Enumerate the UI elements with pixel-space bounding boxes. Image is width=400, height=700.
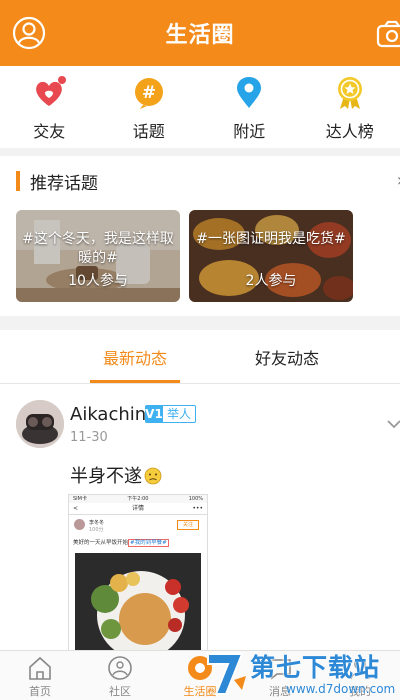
image-status-bar: SIM卡 下午2:00 100%	[69, 495, 207, 503]
quick-nav-label: 话题	[132, 122, 165, 141]
image-status-left: SIM卡	[73, 496, 87, 502]
post-image[interactable]: SIM卡 下午2:00 100% < 详情 ••• 李冬冬 100分 关注 美好…	[68, 494, 208, 650]
topic-name: #这个冬天，我是这样取暖的#	[22, 231, 174, 266]
rank-badge: 举人	[163, 405, 197, 423]
header: 生活圈	[0, 0, 400, 66]
location-pin-icon	[237, 77, 262, 108]
topic-card[interactable]: #一张图证明我是吃货# 2人参与	[189, 210, 353, 302]
sad-face-emoji-icon	[144, 467, 162, 485]
feed-tabs: 最新动态 好友动态	[0, 330, 400, 384]
community-icon	[108, 656, 132, 680]
image-nav-more: •••	[192, 505, 203, 512]
section-title: 推荐话题	[30, 173, 98, 194]
bottom-nav-community[interactable]: 社区	[80, 651, 160, 700]
bottom-nav-label: 首页	[29, 685, 51, 698]
user-badges: V1 举人	[145, 405, 197, 423]
tab-friends[interactable]: 好友动态	[240, 330, 334, 384]
image-caption: 美好的一天从早饭开始 #我的到早餐#	[73, 539, 169, 547]
feed: Aikachin V1 举人 11-30 半身不遂 SIM卡 下午2:00 10…	[0, 384, 400, 650]
active-tab-indicator	[90, 380, 180, 383]
section-header: 推荐话题	[0, 156, 400, 206]
quick-nav-experts[interactable]: 达人榜	[300, 66, 400, 148]
heart-icon	[36, 76, 67, 106]
chevron-down-icon[interactable]	[386, 418, 400, 430]
user-icon[interactable]	[12, 16, 46, 50]
watermark-logo-icon	[207, 653, 246, 695]
watermark: 第七下载站 www.d7down.com	[202, 646, 400, 700]
image-user-row: 李冬冬 100分 关注	[69, 515, 207, 537]
quick-nav-topics[interactable]: # 话题	[99, 66, 200, 148]
image-status-right: 100%	[188, 496, 203, 502]
topic-participant-count: 2人参与	[245, 273, 297, 289]
watermark-text: 第七下载站	[250, 653, 381, 682]
bottom-nav-home[interactable]: 首页	[0, 651, 80, 700]
topic-cards: #这个冬天，我是这样取暖的# 10人参与 #一张图证明我是吃货# 2人参与	[16, 210, 353, 302]
quick-nav-friends[interactable]: 交友	[0, 66, 99, 148]
hashtag-icon: #	[134, 78, 163, 109]
quick-nav: 交友 # 话题 附近 达人榜	[0, 66, 400, 148]
bottom-nav-label: 社区	[109, 685, 131, 698]
home-icon	[29, 656, 51, 680]
camera-icon[interactable]	[376, 20, 400, 48]
topic-participant-count: 10人参与	[68, 273, 128, 289]
quick-nav-label: 附近	[233, 122, 266, 141]
image-avatar	[74, 519, 85, 530]
svg-text:#: #	[142, 83, 156, 103]
image-nav-bar: < 详情 •••	[69, 503, 207, 515]
image-user-name: 李冬冬 100分	[89, 520, 105, 533]
topic-name: #一张图证明我是吃货#	[196, 231, 346, 247]
medal-icon	[337, 77, 362, 109]
post-content: 半身不遂	[70, 462, 162, 488]
image-follow-button: 关注	[177, 520, 199, 530]
topic-card[interactable]: #这个冬天，我是这样取暖的# 10人参与	[16, 210, 180, 302]
quick-nav-label: 达人榜	[325, 122, 374, 141]
post-text: 半身不遂	[70, 466, 142, 487]
page-title: 生活圈	[165, 23, 235, 48]
quick-nav-nearby[interactable]: 附近	[199, 66, 300, 148]
food-photo	[75, 553, 201, 650]
image-nav-back: <	[73, 505, 79, 512]
avatar[interactable]	[16, 400, 64, 448]
recommended-topics: 推荐话题 › #这个冬天，我是这样取暖的# 10人参与	[0, 156, 400, 316]
app-screen: 生活圈 交友 # 话题 附近 达人榜 推荐话题 #这个冬天，我是这样取暖的# 1…	[0, 0, 400, 700]
post-time: 11-30	[70, 430, 108, 445]
section-accent-bar	[16, 171, 20, 191]
quick-nav-label: 交友	[33, 122, 66, 141]
level-badge: V1	[145, 405, 163, 423]
image-status-time: 下午2:00	[127, 496, 149, 502]
tab-latest[interactable]: 最新动态	[90, 330, 180, 384]
post-username[interactable]: Aikachin	[70, 404, 146, 425]
image-nav-title: 详情	[131, 505, 144, 512]
watermark-url: www.d7down.com	[286, 682, 396, 696]
